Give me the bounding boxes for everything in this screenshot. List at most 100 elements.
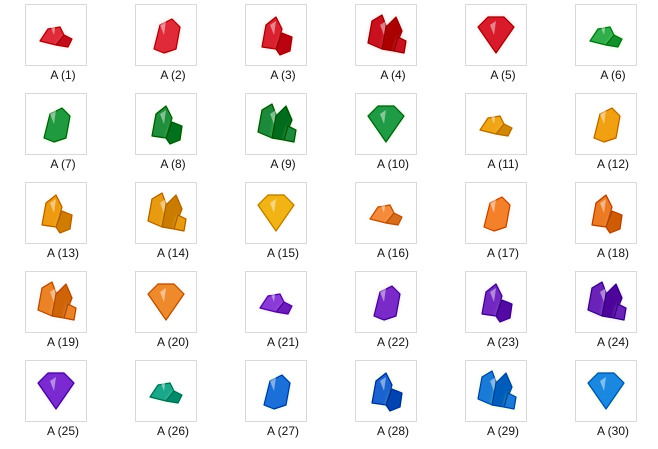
crystal-icon [43,107,71,143]
crystal-thumbnail-icon[interactable] [355,360,417,422]
crystal-icon [367,105,405,143]
file-item[interactable]: A (4) [338,0,448,89]
crystal-icon [41,194,73,234]
file-item[interactable]: A (18) [558,178,658,267]
crystal-thumbnail-icon[interactable] [135,360,197,422]
file-item[interactable]: A (8) [118,89,228,178]
file-name-label: A (23) [486,335,519,349]
crystal-thumbnail-icon[interactable] [25,182,87,244]
file-name-label: A (8) [160,157,186,171]
crystal-thumbnail-icon[interactable] [465,93,527,155]
crystal-thumbnail-icon[interactable] [465,360,527,422]
file-item[interactable]: A (25) [8,356,118,445]
crystal-icon [373,285,401,321]
crystal-thumbnail-icon[interactable] [355,4,417,66]
file-item[interactable]: A (5) [448,0,558,89]
file-name-label: A (2) [160,68,186,82]
crystal-icon [479,110,513,137]
file-item[interactable]: A (24) [558,267,658,356]
crystal-thumbnail-icon[interactable] [355,271,417,333]
crystal-thumbnail-icon[interactable] [25,93,87,155]
crystal-thumbnail-icon[interactable] [245,4,307,66]
file-name-label: A (22) [376,335,409,349]
file-name-label: A (14) [156,246,189,260]
file-name-label: A (16) [376,246,409,260]
file-name-label: A (3) [270,68,296,82]
crystal-icon [587,372,625,410]
file-item[interactable]: A (3) [228,0,338,89]
crystal-icon [481,283,513,323]
crystal-icon [591,194,623,234]
file-item[interactable]: A (15) [228,178,338,267]
crystal-thumbnail-icon[interactable] [245,360,307,422]
file-name-label: A (7) [50,157,76,171]
crystal-thumbnail-icon[interactable] [25,271,87,333]
file-item[interactable]: A (13) [8,178,118,267]
file-item[interactable]: A (14) [118,178,228,267]
crystal-thumbnail-icon[interactable] [135,4,197,66]
crystal-thumbnail-icon[interactable] [135,93,197,155]
file-item[interactable]: A (11) [448,89,558,178]
file-item[interactable]: A (6) [558,0,658,89]
file-name-label: A (5) [490,68,516,82]
crystal-thumbnail-icon[interactable] [245,93,307,155]
file-item[interactable]: A (9) [228,89,338,178]
crystal-icon [477,370,517,410]
file-item[interactable]: A (29) [448,356,558,445]
file-item[interactable]: A (28) [338,356,448,445]
file-item[interactable]: A (22) [338,267,448,356]
file-item[interactable]: A (12) [558,89,658,178]
crystal-thumbnail-icon[interactable] [465,182,527,244]
crystal-thumbnail-icon[interactable] [25,360,87,422]
crystal-thumbnail-icon[interactable] [135,182,197,244]
crystal-icon [37,372,75,410]
file-name-label: A (28) [376,424,409,438]
file-name-label: A (29) [486,424,519,438]
file-name-label: A (1) [50,68,76,82]
crystal-icon [587,281,627,321]
crystal-thumbnail-icon[interactable] [575,93,637,155]
file-item[interactable]: A (26) [118,356,228,445]
file-name-label: A (24) [596,335,629,349]
crystal-icon [37,281,77,321]
crystal-thumbnail-icon[interactable] [355,182,417,244]
file-name-label: A (30) [596,424,629,438]
file-name-label: A (11) [487,157,519,171]
file-name-label: A (10) [376,157,409,171]
file-item[interactable]: A (20) [118,267,228,356]
file-item[interactable]: A (10) [338,89,448,178]
crystal-icon [483,196,511,232]
crystal-thumbnail-icon[interactable] [25,4,87,66]
crystal-icon [261,16,293,56]
file-item[interactable]: A (16) [338,178,448,267]
file-name-label: A (20) [156,335,189,349]
file-name-label: A (21) [266,335,299,349]
file-name-label: A (26) [156,424,189,438]
file-item[interactable]: A (7) [8,89,118,178]
file-name-label: A (27) [266,424,299,438]
crystal-thumbnail-icon[interactable] [355,93,417,155]
crystal-thumbnail-icon[interactable] [465,4,527,66]
crystal-icon [367,14,407,54]
crystal-thumbnail-icon[interactable] [245,182,307,244]
crystal-icon [257,103,297,143]
crystal-thumbnail-icon[interactable] [575,4,637,66]
file-item[interactable]: A (19) [8,267,118,356]
file-item[interactable]: A (27) [228,356,338,445]
file-item[interactable]: A (2) [118,0,228,89]
file-name-label: A (12) [596,157,629,171]
file-item[interactable]: A (1) [8,0,118,89]
crystal-thumbnail-icon[interactable] [575,271,637,333]
file-item[interactable]: A (17) [448,178,558,267]
crystal-thumbnail-icon[interactable] [465,271,527,333]
crystal-thumbnail-icon[interactable] [575,360,637,422]
file-item[interactable]: A (30) [558,356,658,445]
file-item[interactable]: A (21) [228,267,338,356]
crystal-thumbnail-icon[interactable] [245,271,307,333]
file-item[interactable]: A (23) [448,267,558,356]
crystal-icon [371,372,403,412]
crystal-thumbnail-icon[interactable] [135,271,197,333]
crystal-thumbnail-icon[interactable] [575,182,637,244]
file-name-label: A (19) [46,335,79,349]
file-name-label: A (4) [380,68,406,82]
